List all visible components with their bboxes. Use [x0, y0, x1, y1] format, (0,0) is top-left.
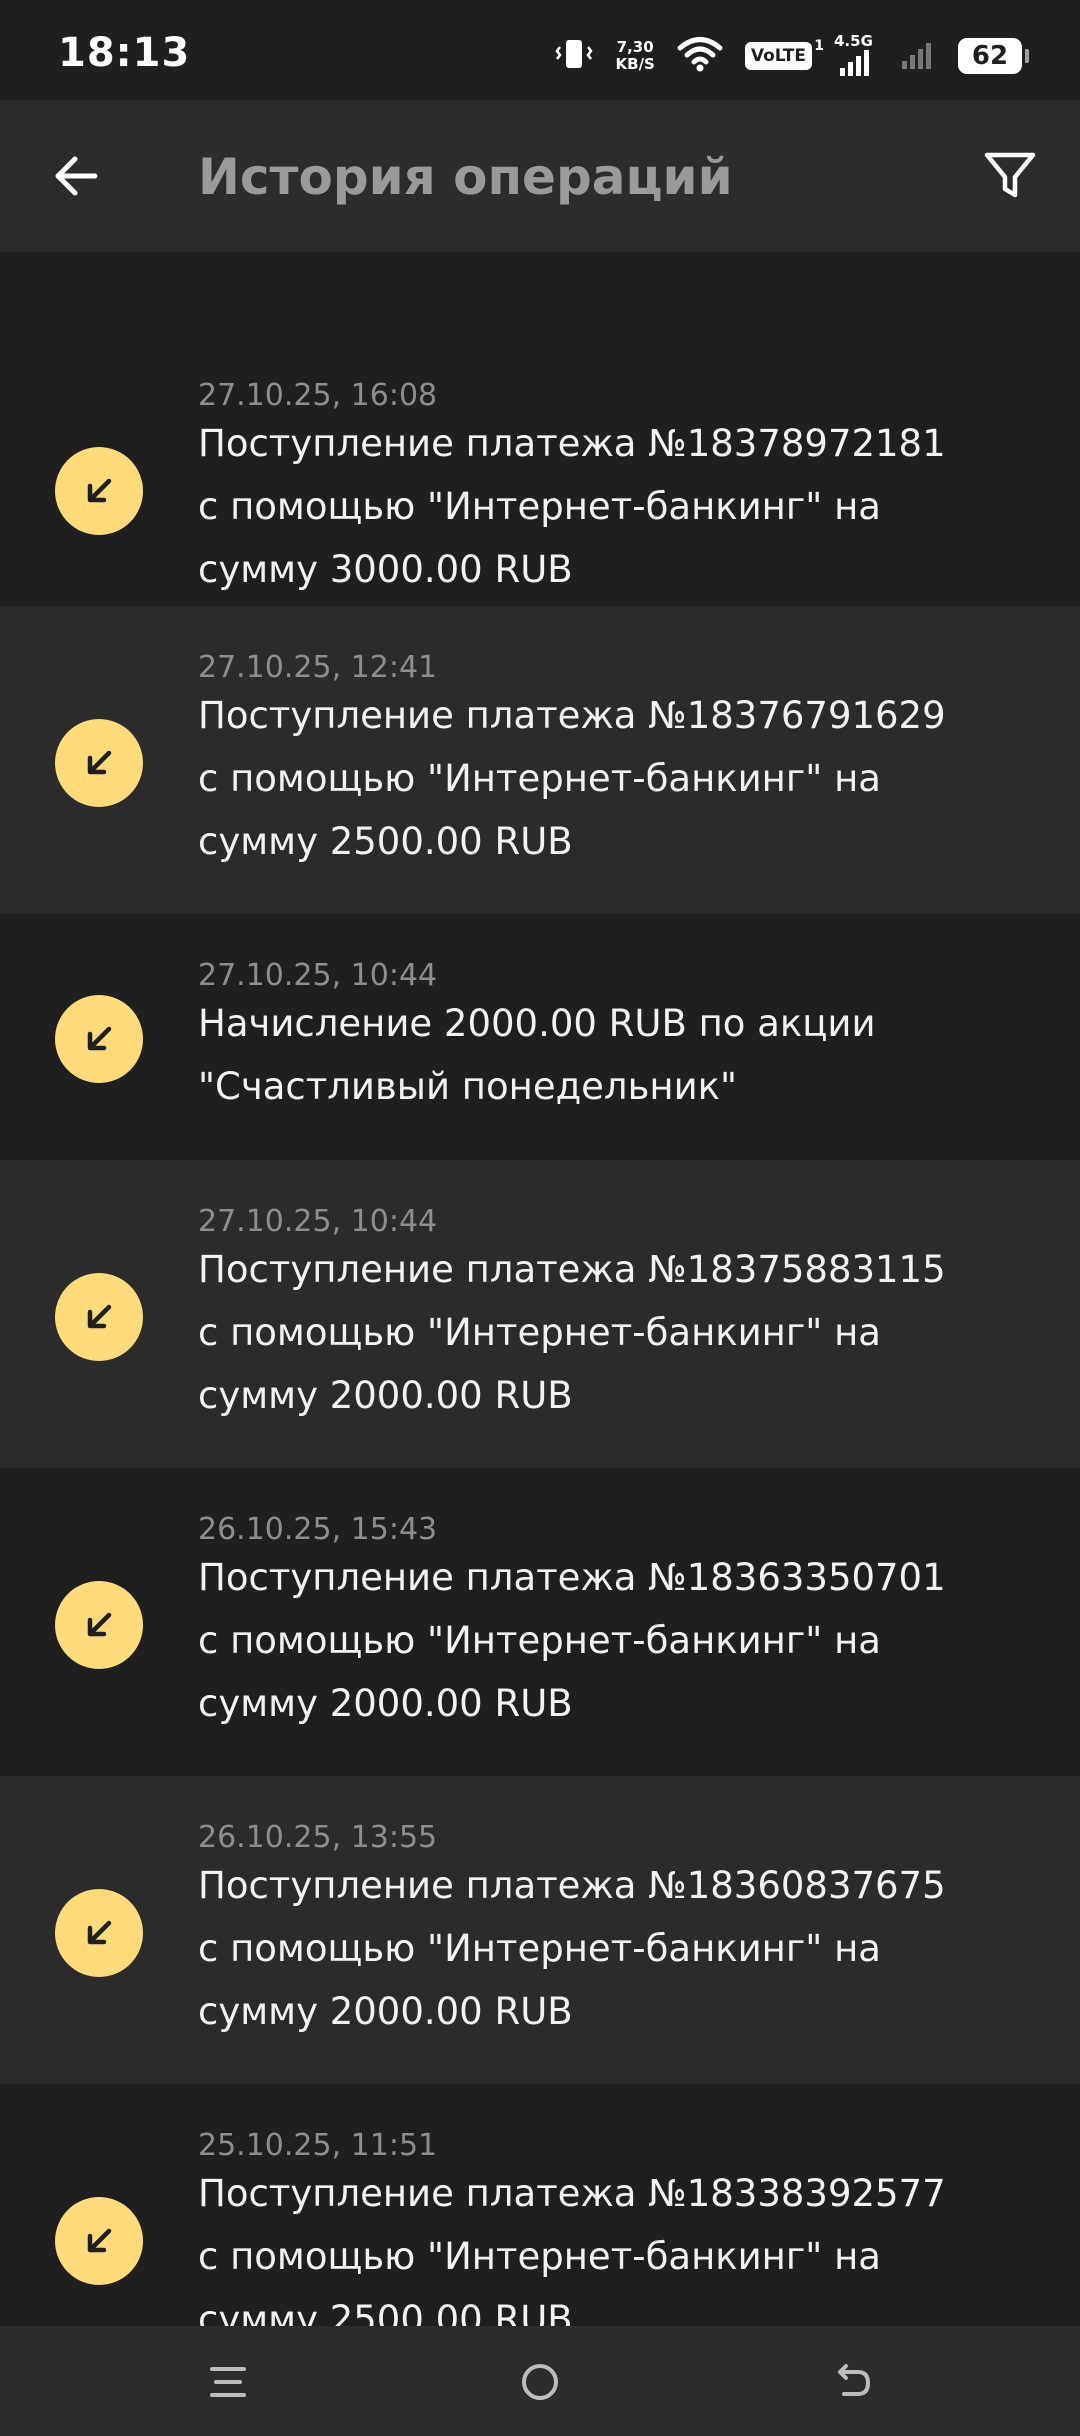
- status-icons: 7,30 KB/S VoLTE 1 4.5G 62: [554, 32, 1029, 78]
- operation-description-line: с помощью "Интернет-банкинг" на: [198, 1619, 881, 1662]
- signal-weak-icon: [900, 37, 936, 75]
- incoming-arrow-icon: [87, 1026, 112, 1051]
- battery-level: 62: [971, 41, 1009, 71]
- operation-description: Поступление платежа №18338392577 с помощь…: [198, 2162, 1050, 2326]
- operation-description: Начисление 2000.00 RUB по акции "Счастлив…: [198, 992, 1050, 1118]
- incoming-arrow-icon: [87, 1920, 112, 1944]
- network-speed: 7,30 KB/S: [616, 39, 655, 73]
- incoming-arrow-icon: [87, 1612, 112, 1636]
- list-top-spacer: [0, 252, 1080, 334]
- operation-description-line: сумму 2500.00 RUB: [198, 820, 573, 863]
- operation-description-line: Поступление платежа №18376791629: [198, 694, 946, 737]
- volte-label: VoLTE: [750, 46, 806, 66]
- battery-icon: 62: [958, 38, 1029, 74]
- operation-description-line: Поступление платежа №18338392577: [198, 2172, 946, 2215]
- network-speed-unit: KB/S: [615, 55, 655, 73]
- signal-icon: 4.5G: [834, 32, 878, 76]
- operation-description-line: Начисление 2000.00 RUB по акции: [198, 1002, 876, 1045]
- wifi-icon: [677, 35, 723, 77]
- operations-list[interactable]: 27.10.25, 16:08 Поступление платежа №1837…: [0, 252, 1080, 2326]
- incoming-arrow-icon: [87, 750, 112, 774]
- filter-button[interactable]: [978, 144, 1042, 208]
- operation-description-line: Поступление платежа №18363350701: [198, 1556, 946, 1599]
- operation-item[interactable]: 27.10.25, 16:08 Поступление платежа №1837…: [0, 334, 1080, 606]
- incoming-icon-badge: [55, 1888, 143, 1977]
- operation-description: Поступление платежа №18376791629 с помощь…: [198, 684, 1050, 873]
- operation-description-line: сумму 2000.00 RUB: [198, 1682, 573, 1725]
- filter-icon: [984, 152, 1036, 198]
- operation-description-line: сумму 2000.00 RUB: [198, 1990, 573, 2033]
- operation-item[interactable]: 27.10.25, 10:44 Начисление 2000.00 RUB по…: [0, 914, 1080, 1160]
- navigation-bar: [0, 2326, 1080, 2436]
- back-icon: [838, 2364, 870, 2396]
- operation-date: 26.10.25, 15:43: [198, 1512, 438, 1547]
- incoming-icon-badge: [55, 1272, 143, 1361]
- operation-description-line: Поступление платежа №18375883115: [198, 1248, 946, 1291]
- nav-home-button[interactable]: [510, 2352, 570, 2412]
- vibrate-icon: [554, 34, 594, 78]
- nav-back-button[interactable]: [822, 2352, 882, 2412]
- operation-description: Поступление платежа №18363350701 с помощь…: [198, 1546, 1050, 1735]
- status-bar: 18:13 7,30 KB/S VoLTE 1 4.5G 62: [0, 0, 1080, 100]
- incoming-arrow-icon: [87, 478, 112, 502]
- incoming-icon-badge: [55, 718, 143, 807]
- operation-description: Поступление платежа №18360837675 с помощь…: [198, 1854, 1050, 2043]
- operation-date: 26.10.25, 13:55: [198, 1820, 438, 1855]
- operation-description-line: сумму 3000.00 RUB: [198, 548, 573, 591]
- home-icon: [522, 2364, 558, 2400]
- operation-date: 25.10.25, 11:51: [198, 2128, 438, 2163]
- page-title: История операций: [198, 148, 733, 206]
- operation-description-line: с помощью "Интернет-банкинг" на: [198, 1927, 881, 1970]
- operation-date: 27.10.25, 10:44: [198, 1204, 438, 1239]
- status-time: 18:13: [58, 30, 191, 76]
- operation-description-line: с помощью "Интернет-банкинг" на: [198, 757, 881, 800]
- arrow-left-icon: [55, 156, 98, 196]
- nav-menu-button[interactable]: [198, 2352, 258, 2412]
- app-bar: История операций: [0, 100, 1080, 252]
- incoming-icon-badge: [55, 446, 143, 535]
- operation-date: 27.10.25, 12:41: [198, 650, 438, 685]
- operation-date: 27.10.25, 10:44: [198, 958, 438, 993]
- operation-description-line: сумму 2500.00 RUB: [198, 2298, 573, 2326]
- operation-description-line: Поступление платежа №18360837675: [198, 1864, 946, 1907]
- operation-item[interactable]: 26.10.25, 15:43 Поступление платежа №1836…: [0, 1468, 1080, 1776]
- operation-description-line: с помощью "Интернет-банкинг" на: [198, 1311, 881, 1354]
- operation-description-line: сумму 2000.00 RUB: [198, 1374, 573, 1417]
- incoming-arrow-icon: [87, 1304, 112, 1328]
- sim-index: 1: [814, 38, 824, 54]
- operation-description-line: "Счастливый понедельник": [198, 1065, 737, 1108]
- incoming-arrow-icon: [87, 2228, 112, 2252]
- operation-item[interactable]: 27.10.25, 12:41 Поступление платежа №1837…: [0, 606, 1080, 914]
- operations-container: 27.10.25, 16:08 Поступление платежа №1837…: [0, 334, 1080, 2326]
- network-speed-value: 7,30: [616, 38, 654, 56]
- operation-date: 27.10.25, 16:08: [198, 378, 438, 413]
- operation-item[interactable]: 26.10.25, 13:55 Поступление платежа №1836…: [0, 1776, 1080, 2084]
- menu-icon: [210, 2367, 246, 2397]
- back-button[interactable]: [44, 144, 108, 208]
- operation-description-line: с помощью "Интернет-банкинг" на: [198, 485, 881, 528]
- incoming-icon-badge: [55, 995, 143, 1083]
- incoming-icon-badge: [55, 1580, 143, 1669]
- operation-description-line: с помощью "Интернет-банкинг" на: [198, 2235, 881, 2278]
- operation-description-line: Поступление платежа №18378972181: [198, 422, 946, 465]
- operation-item[interactable]: 25.10.25, 11:51 Поступление платежа №1833…: [0, 2084, 1080, 2326]
- volte-badge: VoLTE 1: [744, 38, 824, 70]
- operation-item[interactable]: 27.10.25, 10:44 Поступление платежа №1837…: [0, 1160, 1080, 1468]
- operation-description: Поступление платежа №18378972181 с помощь…: [198, 412, 1050, 601]
- incoming-icon-badge: [55, 2196, 143, 2285]
- operation-description: Поступление платежа №18375883115 с помощь…: [198, 1238, 1050, 1427]
